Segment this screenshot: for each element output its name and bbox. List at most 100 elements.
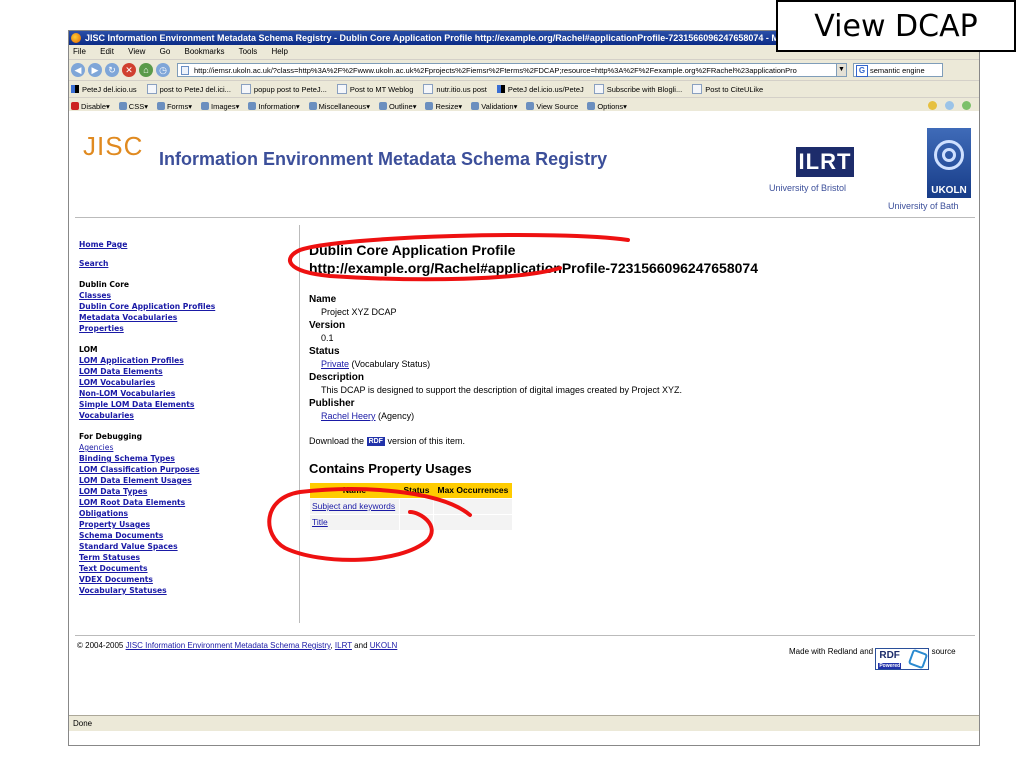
rdf-powered-logo[interactable]: RDF Powered [875,648,930,670]
search-input[interactable]: G semantic engine [853,63,943,77]
sidebar-link-properties[interactable]: Properties [79,323,291,334]
sidebar-link-dc-application-profiles[interactable]: Dublin Core Application Profiles [79,301,291,312]
images-icon [200,102,209,110]
bookmark-item[interactable]: PeteJ del.icio.us [71,85,137,94]
checkmark-icon[interactable] [928,101,937,110]
sidebar-search-link[interactable]: Search [79,258,291,269]
footer-ukoln-link[interactable]: UKOLN [370,641,398,650]
css-check-icon[interactable] [945,101,954,110]
sidebar-link-lom-vocabularies[interactable]: LOM Vocabularies [79,377,291,388]
status-value: Private (Vocabulary Status) [309,358,969,371]
menu-view[interactable]: View [128,47,145,56]
sidebar-link-vocabularies[interactable]: Vocabularies [79,410,291,421]
sidebar-link-binding-schema-types[interactable]: Binding Schema Types [79,453,291,464]
miscellaneous-icon [308,102,317,110]
play-icon[interactable] [962,101,971,110]
sidebar-link-simple-lom-data-elements[interactable]: Simple LOM Data Elements [79,399,291,410]
forward-icon[interactable]: ▶ [88,63,102,77]
bookmark-item[interactable]: PeteJ del.icio.us/PeteJ [496,85,584,94]
bookmark-icon [240,84,251,94]
column-header-name: Name [309,483,400,499]
menu-go[interactable]: Go [160,47,171,56]
dev-outline[interactable]: Outline ▾ [378,102,416,111]
page-heading-uri: http://example.org/Rachel#applicationPro… [309,260,758,276]
browser-window: JISC Information Environment Metadata Sc… [68,30,980,746]
sidebar-link-property-usages[interactable]: Property Usages [79,519,291,530]
stop-icon[interactable]: ✕ [122,63,136,77]
url-bar[interactable]: http://iemsr.ukoln.ac.uk/?class=http%3A%… [177,63,837,77]
url-dropdown-icon[interactable]: ▼ [837,63,847,77]
sidebar-link-non-lom-vocabularies[interactable]: Non-LOM Vocabularies [79,388,291,399]
dev-validation[interactable]: Validation ▾ [471,102,517,111]
dev-options[interactable]: Options ▾ [587,102,627,111]
dev-view-source[interactable]: View Source [526,102,578,111]
dev-resize[interactable]: Resize ▾ [425,102,462,111]
usage-link[interactable]: Title [312,517,328,527]
validation-icon [471,102,480,110]
sidebar-heading-lom: LOM [79,345,98,354]
sidebar-link-classes[interactable]: Classes [79,290,291,301]
bookmark-item[interactable]: Subscribe with Blogli... [593,84,682,94]
sidebar-link-schema-documents[interactable]: Schema Documents [79,530,291,541]
bookmark-item[interactable]: popup post to PeteJ... [240,84,327,94]
sidebar-link-lom-data-types[interactable]: LOM Data Types [79,486,291,497]
sidebar-link-lom-application-profiles[interactable]: LOM Application Profiles [79,355,291,366]
made-with-text: Made with [789,647,826,656]
dev-miscellaneous[interactable]: Miscellaneous ▾ [308,102,370,111]
sidebar-link-agencies[interactable]: Agencies [79,442,291,453]
table-cell-status [399,498,434,515]
sidebar-link-obligations[interactable]: Obligations [79,508,291,519]
copyright-text: © 2004-2005 [77,641,124,650]
sidebar-link-text-documents[interactable]: Text Documents [79,563,291,574]
publisher-link[interactable]: Rachel Heery [321,411,376,421]
rdf-download-button[interactable]: RDF [366,437,385,446]
delicious-icon [71,85,79,93]
menu-bookmarks[interactable]: Bookmarks [185,47,225,56]
bookmark-item[interactable]: post to PeteJ del.ici... [146,84,231,94]
back-icon[interactable]: ◀ [71,63,85,77]
bookmark-item[interactable]: Post to CiteULike [692,84,763,94]
status-label: Status [309,346,340,357]
description-label: Description [309,372,365,383]
reload-icon[interactable]: ↻ [105,63,119,77]
ukoln-logo[interactable]: UKOLN [927,128,971,198]
dev-forms[interactable]: Forms ▾ [156,102,192,111]
usage-link[interactable]: Subject and keywords [312,501,395,511]
sidebar-link-vocabulary-statuses[interactable]: Vocabulary Statuses [79,585,291,596]
source-link[interactable]: source [932,647,956,656]
bookmark-item[interactable]: nutr.itio.us post [423,84,487,94]
dev-information[interactable]: Information ▾ [248,102,300,111]
usages-heading: Contains Property Usages [309,461,472,476]
footer-registry-link[interactable]: JISC Information Environment Metadata Sc… [126,641,331,650]
menu-file[interactable]: File [73,47,86,56]
view-source-icon [526,102,535,110]
menu-edit[interactable]: Edit [100,47,114,56]
sidebar-link-lom-root-data-elements[interactable]: LOM Root Data Elements [79,497,291,508]
sidebar-link-term-statuses[interactable]: Term Statuses [79,552,291,563]
dev-css[interactable]: CSS ▾ [118,102,148,111]
sidebar-link-lom-classification-purposes[interactable]: LOM Classification Purposes [79,464,291,475]
sidebar-link-vdex-documents[interactable]: VDEX Documents [79,574,291,585]
sidebar-home-link[interactable]: Home Page [79,239,291,250]
redland-link[interactable]: Redland [828,647,858,656]
sidebar-link-lom-data-elements[interactable]: LOM Data Elements [79,366,291,377]
bookmark-item[interactable]: Post to MT Weblog [336,84,413,94]
status-link[interactable]: Private [321,359,349,369]
sidebar-link-metadata-vocabularies[interactable]: Metadata Vocabularies [79,312,291,323]
publisher-value: Rachel Heery (Agency) [309,410,969,423]
home-icon[interactable]: ⌂ [139,63,153,77]
sidebar-link-standard-value-spaces[interactable]: Standard Value Spaces [79,541,291,552]
sidebar-link-lom-data-element-usages[interactable]: LOM Data Element Usages [79,475,291,486]
sidebar: Home Page Search Dublin Core Classes Dub… [79,239,291,596]
menu-tools[interactable]: Tools [239,47,258,56]
footer-ilrt-link[interactable]: ILRT [335,641,352,650]
jisc-logo[interactable]: JISC [83,131,143,162]
dev-disable[interactable]: Disable ▾ [71,102,110,111]
dev-images[interactable]: Images ▾ [200,102,239,111]
rdf-network-icon [908,648,929,670]
bookmark-icon [593,84,604,94]
history-icon[interactable]: ◷ [156,63,170,77]
outline-icon [378,102,387,110]
ilrt-logo[interactable]: ILRT [796,147,854,177]
menu-help[interactable]: Help [272,47,288,56]
